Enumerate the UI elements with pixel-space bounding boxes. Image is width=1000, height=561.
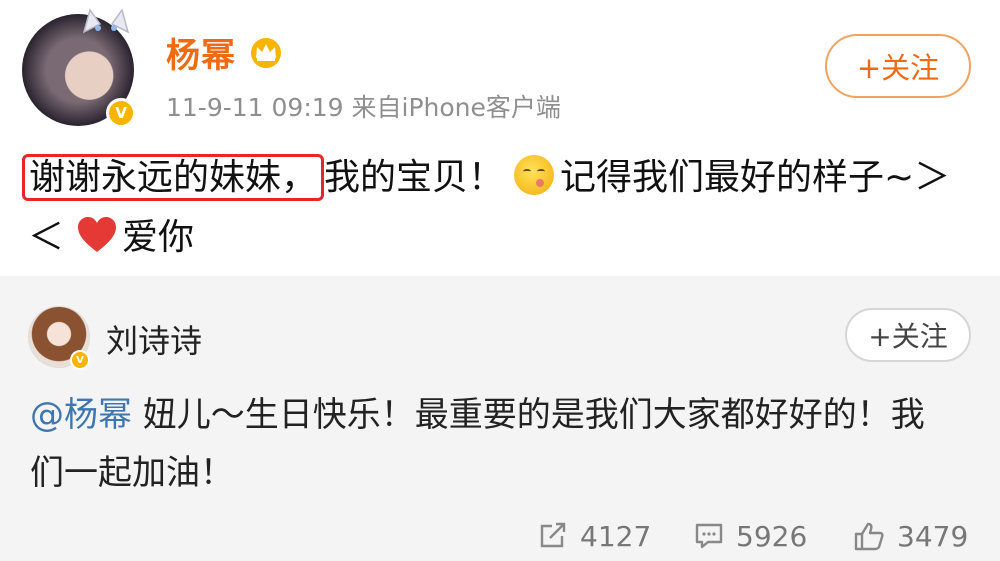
action-bar: 4127 5926 3479 [0,516,1000,556]
post-text-part-1: 我的宝贝！ [324,157,505,198]
heart-icon [78,217,117,252]
repost-count: 4127 [580,519,652,553]
crown-icon [251,38,281,68]
post-content: 谢谢永远的妹妹， 我的宝贝！ 记得我们最好的样子~＞＜ 爱你 [22,148,978,268]
cat-ears-decoration-icon [82,8,130,34]
mention-link[interactable]: @杨幂 [30,395,132,435]
comment-stat-button[interactable]: 5926 [694,516,807,556]
repost-content: @杨幂 妞儿～生日快乐！最重要的是我们大家都好好的！我们一起加油！ [30,386,930,502]
repost-follow-button[interactable]: +关注 [845,308,971,362]
repost-section: V 刘诗诗 +关注 @杨幂 妞儿～生日快乐！最重要的是我们大家都好好的！我们一起… [0,276,1000,561]
like-count: 3479 [897,519,969,553]
post-text-part-3: 爱你 [122,217,195,258]
original-post: V 杨幂 11-9-11 09:19 来自iPhone客户端 +关注 谢谢永远的… [0,0,1000,276]
like-stat-button[interactable]: 3479 [853,516,968,556]
verified-badge-icon: V [106,98,136,128]
share-icon [540,522,566,548]
thumbs-up-icon [854,522,884,551]
user-name[interactable]: 杨幂 [166,28,236,77]
repost-verified-badge-icon: V [70,350,90,370]
comment-icon [695,523,723,549]
user-avatar-container[interactable]: V [22,8,136,128]
post-meta: 11-9-11 09:19 来自iPhone客户端 [166,93,561,122]
highlighted-text: 谢谢永远的妹妹， [22,154,325,201]
repost-stat-button[interactable]: 4127 [538,516,651,556]
repost-text: 妞儿～生日快乐！最重要的是我们大家都好好的！我们一起加油！ [30,395,925,493]
comment-count: 5926 [736,519,808,553]
kiss-emoji-icon [514,155,555,195]
repost-user-name[interactable]: 刘诗诗 [106,316,202,362]
follow-button[interactable]: +关注 [825,34,971,98]
